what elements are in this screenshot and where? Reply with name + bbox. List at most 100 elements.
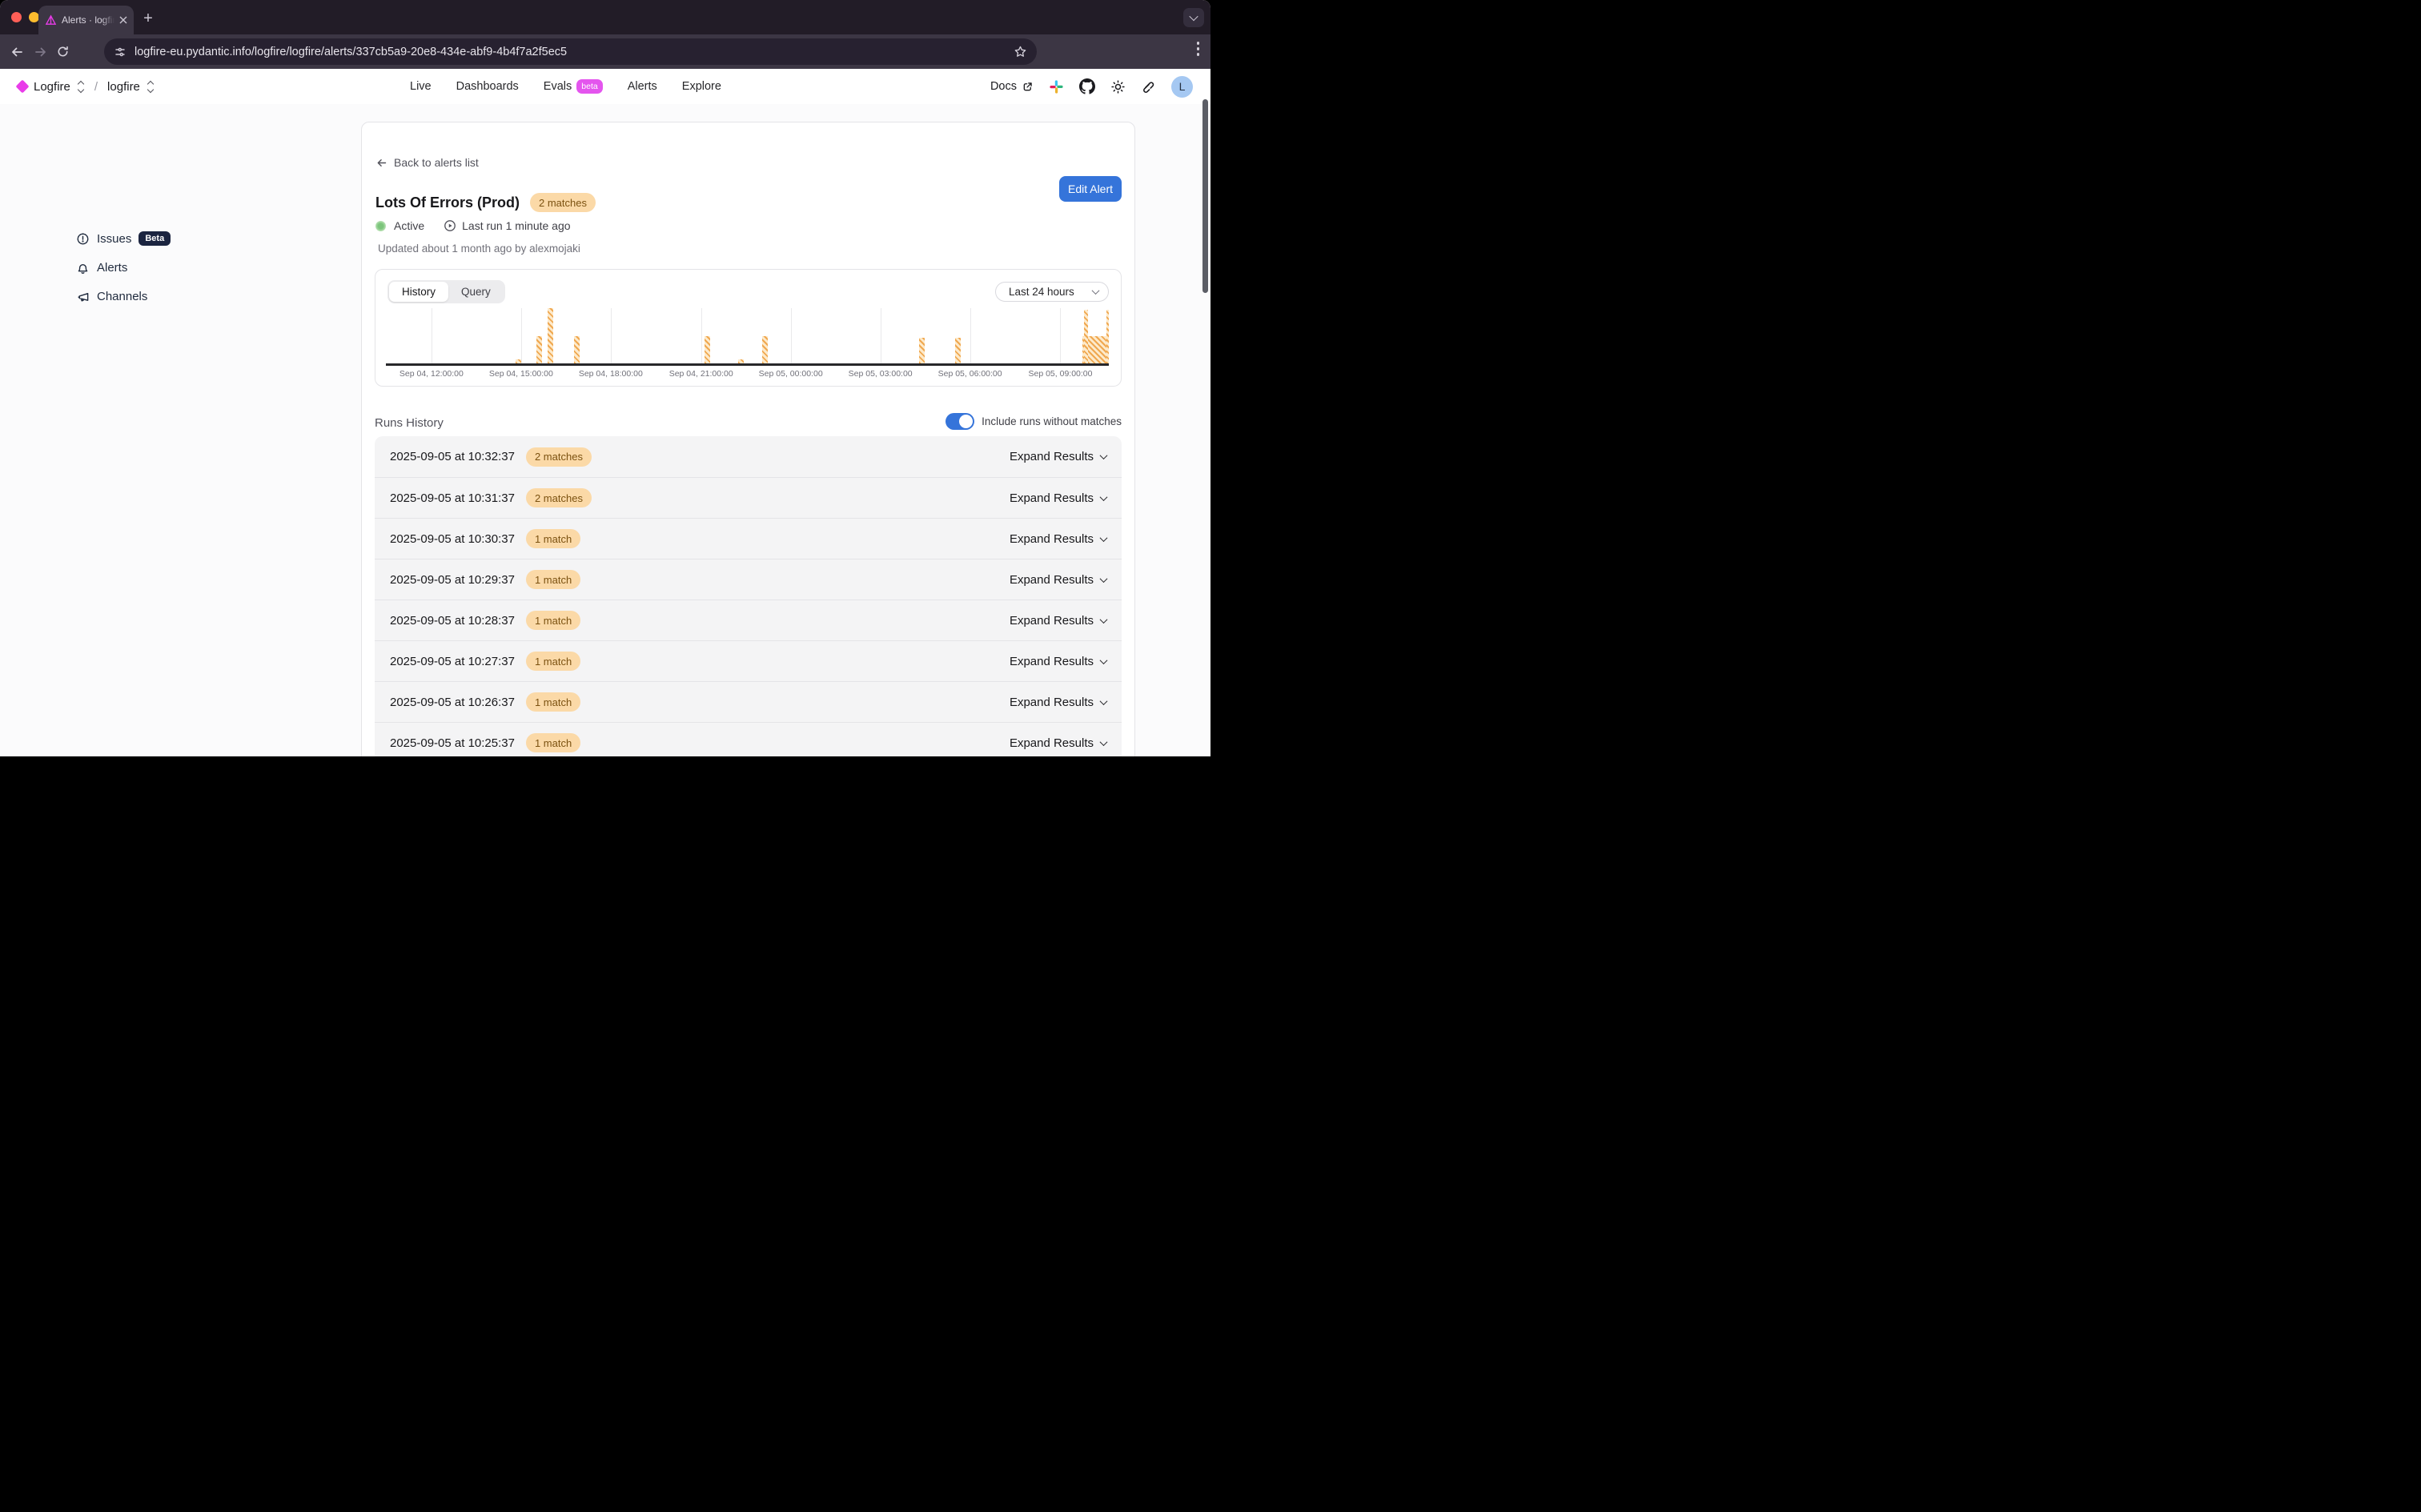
include-runs-toggle[interactable]: [946, 413, 974, 430]
chevron-down-icon: [1092, 287, 1100, 295]
nav-evals[interactable]: Evalsbeta: [544, 79, 603, 94]
back-to-alerts-link[interactable]: Back to alerts list: [375, 156, 479, 169]
sidebar-item-alerts[interactable]: Alerts: [76, 261, 127, 275]
nav-explore[interactable]: Explore: [682, 80, 721, 93]
slack-icon[interactable]: [1049, 79, 1064, 94]
expand-results-label: Expand Results: [1010, 696, 1094, 709]
browser-tab[interactable]: Alerts · logfire/logfire · Pydant: [38, 6, 134, 34]
chevron-down-icon: [1100, 697, 1108, 705]
chart-tick-label: Sep 04, 18:00:00: [579, 369, 643, 379]
tab-title: Alerts · logfire/logfire · Pydant: [62, 14, 114, 26]
tab-close-icon[interactable]: [119, 16, 127, 24]
updated-label: Updated about 1 month ago by alexmojaki: [378, 243, 580, 255]
theme-sun-icon[interactable]: [1110, 79, 1126, 94]
external-link-icon: [1022, 81, 1034, 93]
tab-search-button[interactable]: [1183, 8, 1204, 27]
logfire-logo-icon: [16, 80, 30, 94]
expand-results-label: Expand Results: [1010, 532, 1094, 546]
run-row: 2025-09-05 at 10:29:37 1 match Expand Re…: [375, 559, 1122, 600]
chevron-down-icon: [1100, 738, 1108, 746]
chevron-down-icon: [1100, 575, 1108, 583]
chart-bar: [574, 336, 580, 364]
expand-results-button[interactable]: Expand Results: [1010, 655, 1106, 668]
chart-x-axis: Sep 04, 12:00:00 Sep 04, 15:00:00 Sep 04, …: [386, 369, 1109, 382]
chart-tick-label: Sep 05, 09:00:00: [1028, 369, 1092, 379]
back-button[interactable]: [10, 45, 24, 59]
chart-bar: [536, 336, 542, 364]
nav-live[interactable]: Live: [410, 80, 432, 93]
run-timestamp: 2025-09-05 at 10:30:37: [390, 532, 515, 546]
expand-results-label: Expand Results: [1010, 573, 1094, 587]
tab-history[interactable]: History: [389, 282, 448, 302]
url-bar[interactable]: logfire-eu.pydantic.info/logfire/logfire…: [104, 38, 1037, 65]
run-row: 2025-09-05 at 10:31:37 2 matches Expand …: [375, 477, 1122, 518]
runs-list: 2025-09-05 at 10:32:37 2 matches Expand …: [375, 436, 1122, 756]
chart-tick-label: Sep 04, 21:00:00: [669, 369, 733, 379]
chevron-down-icon: [1100, 616, 1108, 624]
time-range-dropdown[interactable]: Last 24 hours: [995, 282, 1109, 302]
project-selector-chevrons-icon[interactable]: [148, 82, 153, 92]
status-label: Active: [394, 219, 424, 232]
chart-tick-label: Sep 05, 06:00:00: [938, 369, 1002, 379]
sidebar-item-issues[interactable]: Issues Beta: [76, 231, 171, 246]
chart-gridline: [1060, 308, 1061, 363]
run-row: 2025-09-05 at 10:26:37 1 match Expand Re…: [375, 681, 1122, 722]
chart-tick-label: Sep 04, 15:00:00: [489, 369, 553, 379]
expand-results-button[interactable]: Expand Results: [1010, 491, 1106, 505]
forward-button[interactable]: [34, 45, 48, 59]
expand-results-button[interactable]: Expand Results: [1010, 450, 1106, 463]
browser-menu-icon[interactable]: [1197, 42, 1200, 56]
reload-button[interactable]: [56, 45, 70, 58]
nav-alerts[interactable]: Alerts: [628, 80, 657, 93]
chart-bar: [1084, 310, 1088, 363]
breadcrumb: Logfire / logfire: [18, 69, 155, 104]
run-matches-badge: 1 match: [526, 652, 580, 671]
url-text: logfire-eu.pydantic.info/logfire/logfire…: [134, 46, 1014, 58]
history-panel: History Query Last 24 hours Sep 04, 12:0…: [375, 269, 1122, 387]
avatar[interactable]: L: [1171, 76, 1193, 98]
expand-results-button[interactable]: Expand Results: [1010, 573, 1106, 587]
run-row: 2025-09-05 at 10:32:37 2 matches Expand …: [375, 436, 1122, 477]
new-tab-button[interactable]: +: [138, 8, 159, 29]
expand-results-button[interactable]: Expand Results: [1010, 696, 1106, 709]
main-nav: Live Dashboards Evalsbeta Alerts Explore: [410, 69, 721, 104]
chart-tick-label: Sep 04, 12:00:00: [399, 369, 464, 379]
docs-link[interactable]: Docs: [990, 80, 1034, 93]
run-matches-badge: 1 match: [526, 611, 580, 630]
expand-results-button[interactable]: Expand Results: [1010, 736, 1106, 750]
edit-alert-button[interactable]: Edit Alert: [1059, 176, 1122, 202]
project-selector[interactable]: logfire: [107, 80, 140, 94]
run-matches-badge: 2 matches: [526, 488, 592, 507]
expand-results-button[interactable]: Expand Results: [1010, 614, 1106, 628]
run-timestamp: 2025-09-05 at 10:29:37: [390, 573, 515, 587]
back-arrow-icon: [375, 157, 387, 169]
share-link-icon[interactable]: [1141, 79, 1156, 94]
sidebar-item-channels[interactable]: Channels: [76, 290, 147, 303]
play-circle-icon: [444, 219, 456, 232]
nav-dashboards[interactable]: Dashboards: [456, 80, 519, 93]
expand-results-button[interactable]: Expand Results: [1010, 532, 1106, 546]
run-row: 2025-09-05 at 10:30:37 1 match Expand Re…: [375, 518, 1122, 559]
runs-chart: [386, 308, 1109, 363]
run-timestamp: 2025-09-05 at 10:32:37: [390, 450, 515, 463]
chart-gridline: [970, 308, 971, 363]
active-status-icon: [375, 221, 386, 231]
run-row: 2025-09-05 at 10:28:37 1 match Expand Re…: [375, 600, 1122, 640]
issues-beta-badge: Beta: [139, 231, 171, 246]
chevron-down-icon: [1100, 493, 1108, 501]
close-window-button[interactable]: [11, 12, 22, 22]
run-row: 2025-09-05 at 10:25:37 1 match Expand Re…: [375, 722, 1122, 756]
github-icon[interactable]: [1079, 78, 1095, 94]
tab-query[interactable]: Query: [448, 282, 504, 302]
chart-gridline: [611, 308, 612, 363]
bookmark-star-icon[interactable]: [1014, 45, 1027, 58]
run-timestamp: 2025-09-05 at 10:27:37: [390, 655, 515, 668]
sidebar-item-label: Channels: [97, 290, 147, 303]
alert-title: Lots Of Errors (Prod): [375, 195, 520, 211]
run-matches-badge: 1 match: [526, 733, 580, 752]
org-selector-chevrons-icon[interactable]: [78, 82, 83, 92]
page-scrollbar-thumb[interactable]: [1202, 99, 1208, 293]
org-selector[interactable]: Logfire: [34, 80, 70, 94]
site-settings-icon[interactable]: [114, 46, 126, 58]
expand-results-label: Expand Results: [1010, 736, 1094, 750]
